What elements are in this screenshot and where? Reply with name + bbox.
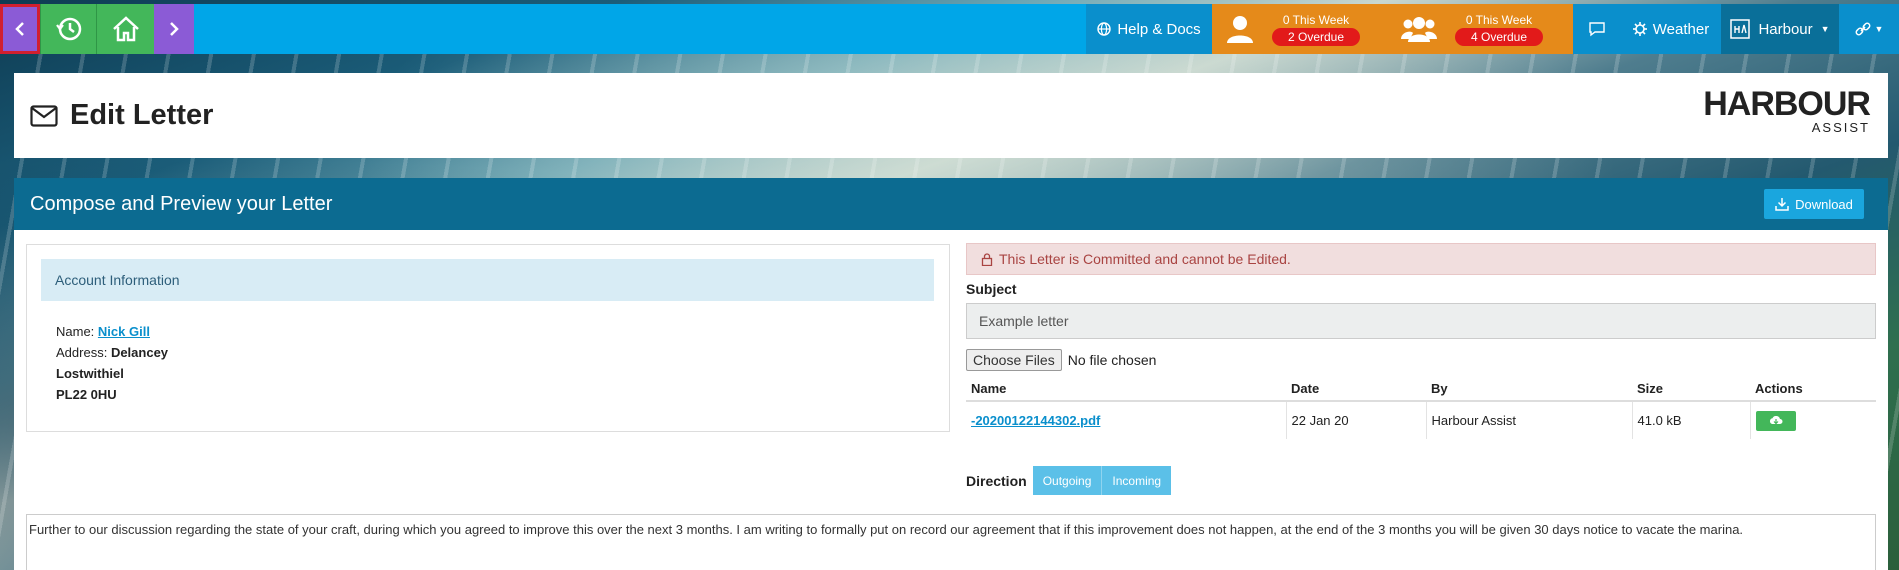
forward-button[interactable]: [154, 4, 194, 54]
caret-down-icon: ▼: [1820, 24, 1830, 34]
file-upload-row: Choose Files No file chosen: [966, 349, 1876, 371]
file-size: 41.0 kB: [1631, 401, 1750, 439]
help-docs-button[interactable]: Help & Docs: [1086, 4, 1212, 54]
committed-alert: This Letter is Committed and cannot be E…: [966, 243, 1876, 275]
history-icon: [55, 17, 81, 41]
cloud-download-icon: [1769, 415, 1782, 424]
col-header-date[interactable]: Date: [1286, 377, 1426, 402]
direction-incoming-button[interactable]: Incoming: [1101, 466, 1172, 495]
team-tasks-button[interactable]: 0 This Week 4 Overdue: [1387, 4, 1573, 54]
direction-outgoing-button[interactable]: Outgoing: [1032, 466, 1102, 495]
gear-icon: [1632, 22, 1647, 36]
team-tasks-week-count: 0 This Week: [1465, 13, 1533, 27]
user-icon: [1227, 16, 1253, 43]
attachments-table: Name Date By Size Actions -2020012214430…: [966, 377, 1876, 439]
col-header-by[interactable]: By: [1426, 377, 1632, 402]
download-label: Download: [1795, 196, 1853, 212]
my-tasks-button[interactable]: 0 This Week 2 Overdue: [1212, 4, 1387, 54]
my-tasks-week-count: 0 This Week: [1282, 13, 1350, 27]
page-header: Edit Letter HARBOUR ASSIST: [14, 73, 1888, 158]
compose-panel: Compose and Preview your Letter Download…: [14, 178, 1888, 570]
panel-title: Compose and Preview your Letter: [30, 192, 333, 215]
weather-button[interactable]: Weather: [1621, 4, 1721, 54]
harbour-dropdown[interactable]: Harbour ▼: [1721, 4, 1839, 54]
committed-alert-text: This Letter is Committed and cannot be E…: [999, 251, 1291, 267]
letter-body-field[interactable]: Further to our discussion regarding the …: [26, 514, 1876, 570]
account-name-label: Name:: [56, 324, 95, 339]
no-file-chosen-text: No file chosen: [1067, 352, 1157, 368]
forward-chevron-icon: [170, 22, 179, 36]
team-tasks-stats: 0 This Week 4 Overdue: [1455, 12, 1544, 46]
download-icon: [1775, 198, 1789, 211]
account-name-row: Name: Nick Gill: [56, 321, 168, 342]
panel-header: Compose and Preview your Letter Download: [14, 178, 1888, 230]
globe-icon: [1097, 22, 1112, 36]
file-name-link[interactable]: -20200122144302.pdf: [971, 413, 1100, 428]
file-actions: [1749, 401, 1876, 439]
direction-label: Direction: [966, 472, 1027, 489]
col-header-actions: Actions: [1750, 377, 1876, 402]
back-chevron-icon: [15, 22, 24, 36]
account-address-line3: PL22 0HU: [56, 387, 117, 402]
choose-files-button[interactable]: Choose Files: [966, 349, 1062, 371]
logo-main-text: HARBOUR: [1703, 85, 1871, 123]
account-address-line2: Lostwithiel: [56, 366, 124, 381]
harbour-assist-logo: HARBOUR ASSIST: [1703, 85, 1871, 135]
download-button[interactable]: Download: [1764, 189, 1864, 219]
my-tasks-overdue-badge: 2 Overdue: [1272, 28, 1361, 46]
subject-label: Subject: [966, 281, 1017, 297]
harbour-label: Harbour: [1758, 20, 1813, 38]
col-header-size[interactable]: Size: [1632, 377, 1750, 402]
link-icon: [1855, 22, 1870, 36]
caret-down-icon: ▼: [1874, 24, 1884, 34]
table-row: -20200122144302.pdf 22 Jan 20 Harbour As…: [966, 401, 1876, 439]
page-title: Edit Letter: [30, 99, 213, 132]
envelope-icon: [30, 104, 58, 127]
direction-group: Direction Outgoing Incoming: [966, 466, 1172, 495]
page-title-text: Edit Letter: [70, 99, 214, 131]
navbar-spacer: [194, 4, 1086, 54]
chat-button[interactable]: [1573, 4, 1621, 54]
users-icon: [1401, 17, 1437, 42]
weather-label: Weather: [1652, 20, 1710, 38]
account-info-details: Name: Nick Gill Address: Delancey Lostwi…: [56, 321, 168, 405]
subject-field: Example letter: [966, 303, 1876, 339]
file-date: 22 Jan 20: [1285, 401, 1426, 439]
account-info-box: Account Information Name: Nick Gill Addr…: [26, 244, 950, 432]
chat-icon: [1589, 22, 1605, 37]
account-address-row: Address: Delancey: [56, 342, 168, 363]
col-header-name[interactable]: Name: [966, 377, 1286, 402]
account-address-line1: Delancey: [110, 345, 169, 360]
account-address-label: Address:: [56, 345, 108, 360]
history-button[interactable]: [40, 4, 96, 54]
letter-details: This Letter is Committed and cannot be E…: [966, 243, 1876, 439]
home-button[interactable]: [96, 4, 154, 54]
file-download-button[interactable]: [1755, 410, 1796, 431]
file-by: Harbour Assist: [1425, 401, 1632, 439]
account-info-heading: Account Information: [41, 259, 934, 301]
logo-sub-text: ASSIST: [1811, 120, 1870, 135]
table-header-row: Name Date By Size Actions: [966, 377, 1876, 402]
my-tasks-stats: 0 This Week 2 Overdue: [1272, 12, 1361, 46]
account-name-link[interactable]: Nick Gill: [98, 324, 150, 339]
back-button[interactable]: [0, 4, 40, 54]
team-tasks-overdue-badge: 4 Overdue: [1455, 28, 1544, 46]
help-docs-label: Help & Docs: [1117, 20, 1201, 38]
top-navbar: Help & Docs 0 This Week 2 Overdue 0 This…: [0, 4, 1899, 54]
harbour-icon: [1730, 19, 1751, 39]
lock-icon: [981, 252, 993, 266]
home-icon: [112, 16, 139, 42]
links-dropdown[interactable]: ▼: [1839, 4, 1899, 54]
